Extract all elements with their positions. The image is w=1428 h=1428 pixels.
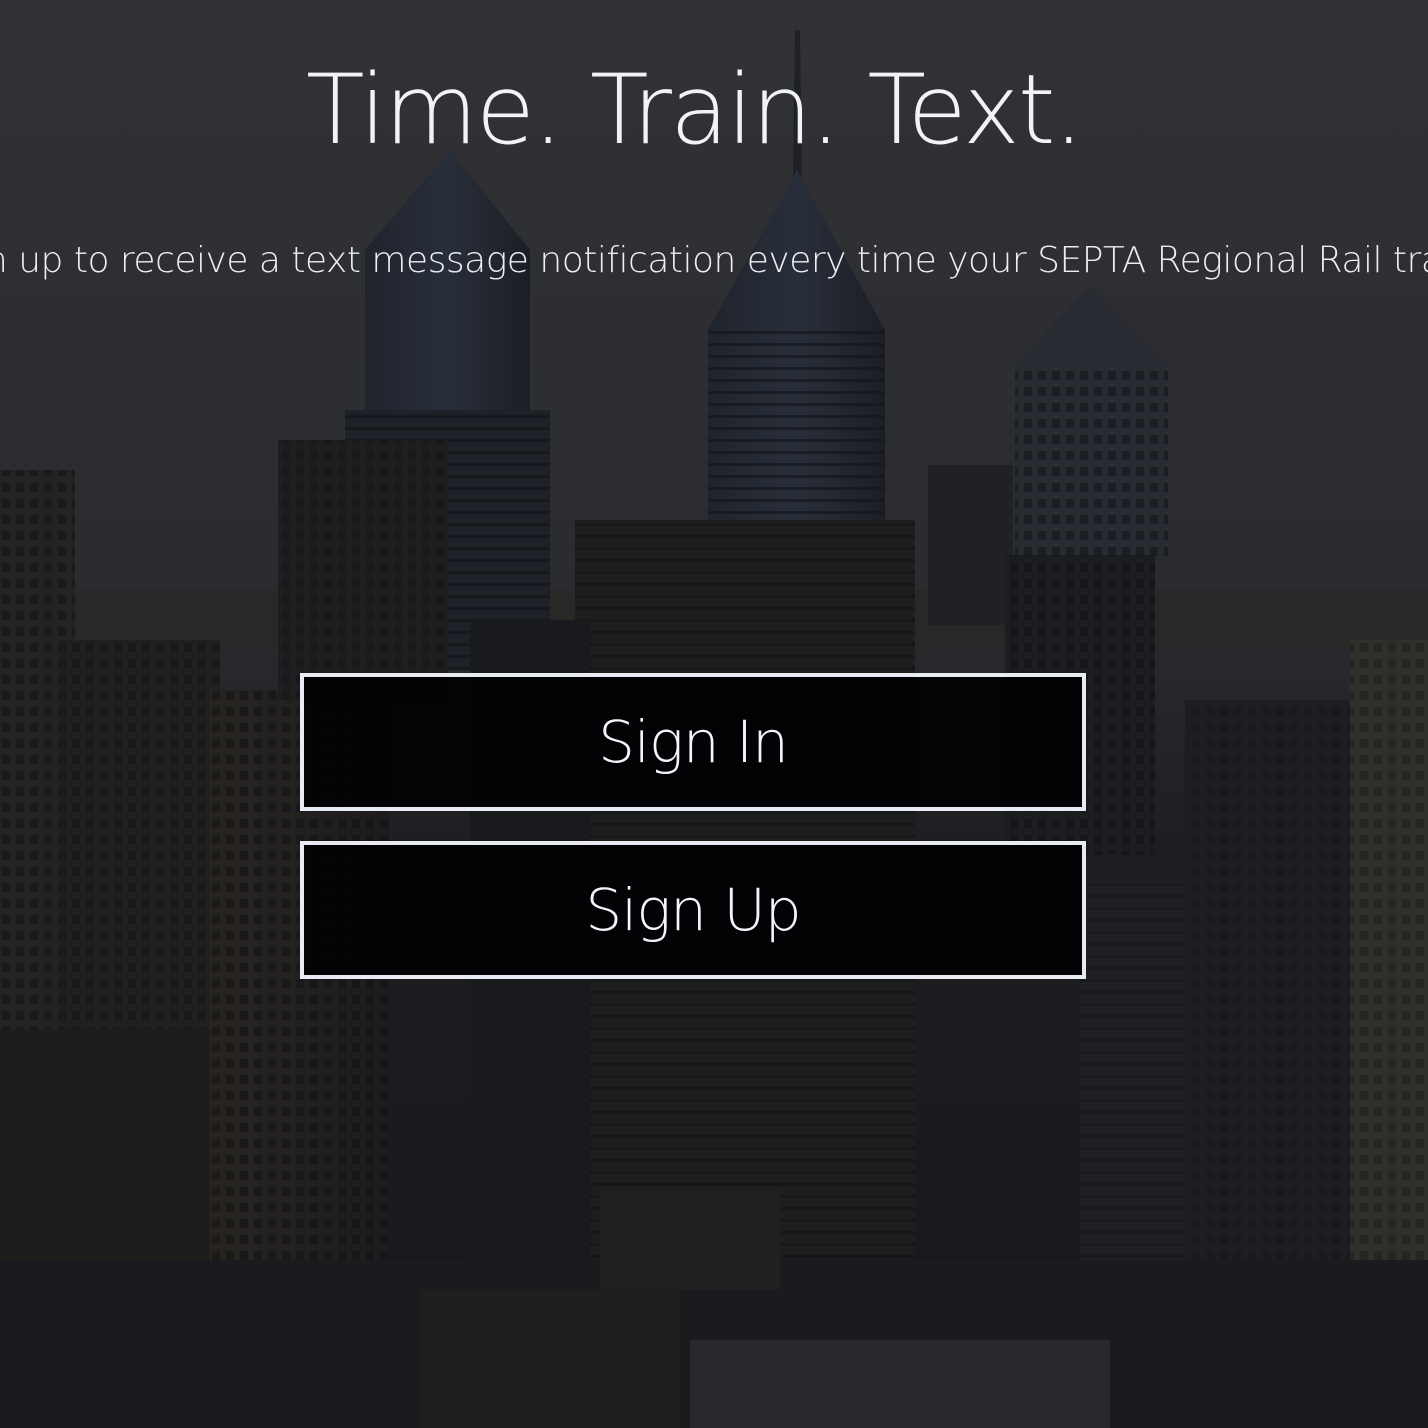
tagline-text: Sign up to receive a text message notifi… [0,240,1428,281]
landing-page: Time. Train. Text. Sign up to receive a … [0,0,1428,1428]
sign-in-label: Sign In [598,708,789,776]
sign-in-button[interactable]: Sign In [300,673,1086,811]
sign-up-button[interactable]: Sign Up [300,841,1086,979]
sign-up-label: Sign Up [585,876,801,944]
tagline-text-content: Sign up to receive a text message notifi… [0,240,1428,281]
page-title: Time. Train. Text. [305,54,1084,166]
